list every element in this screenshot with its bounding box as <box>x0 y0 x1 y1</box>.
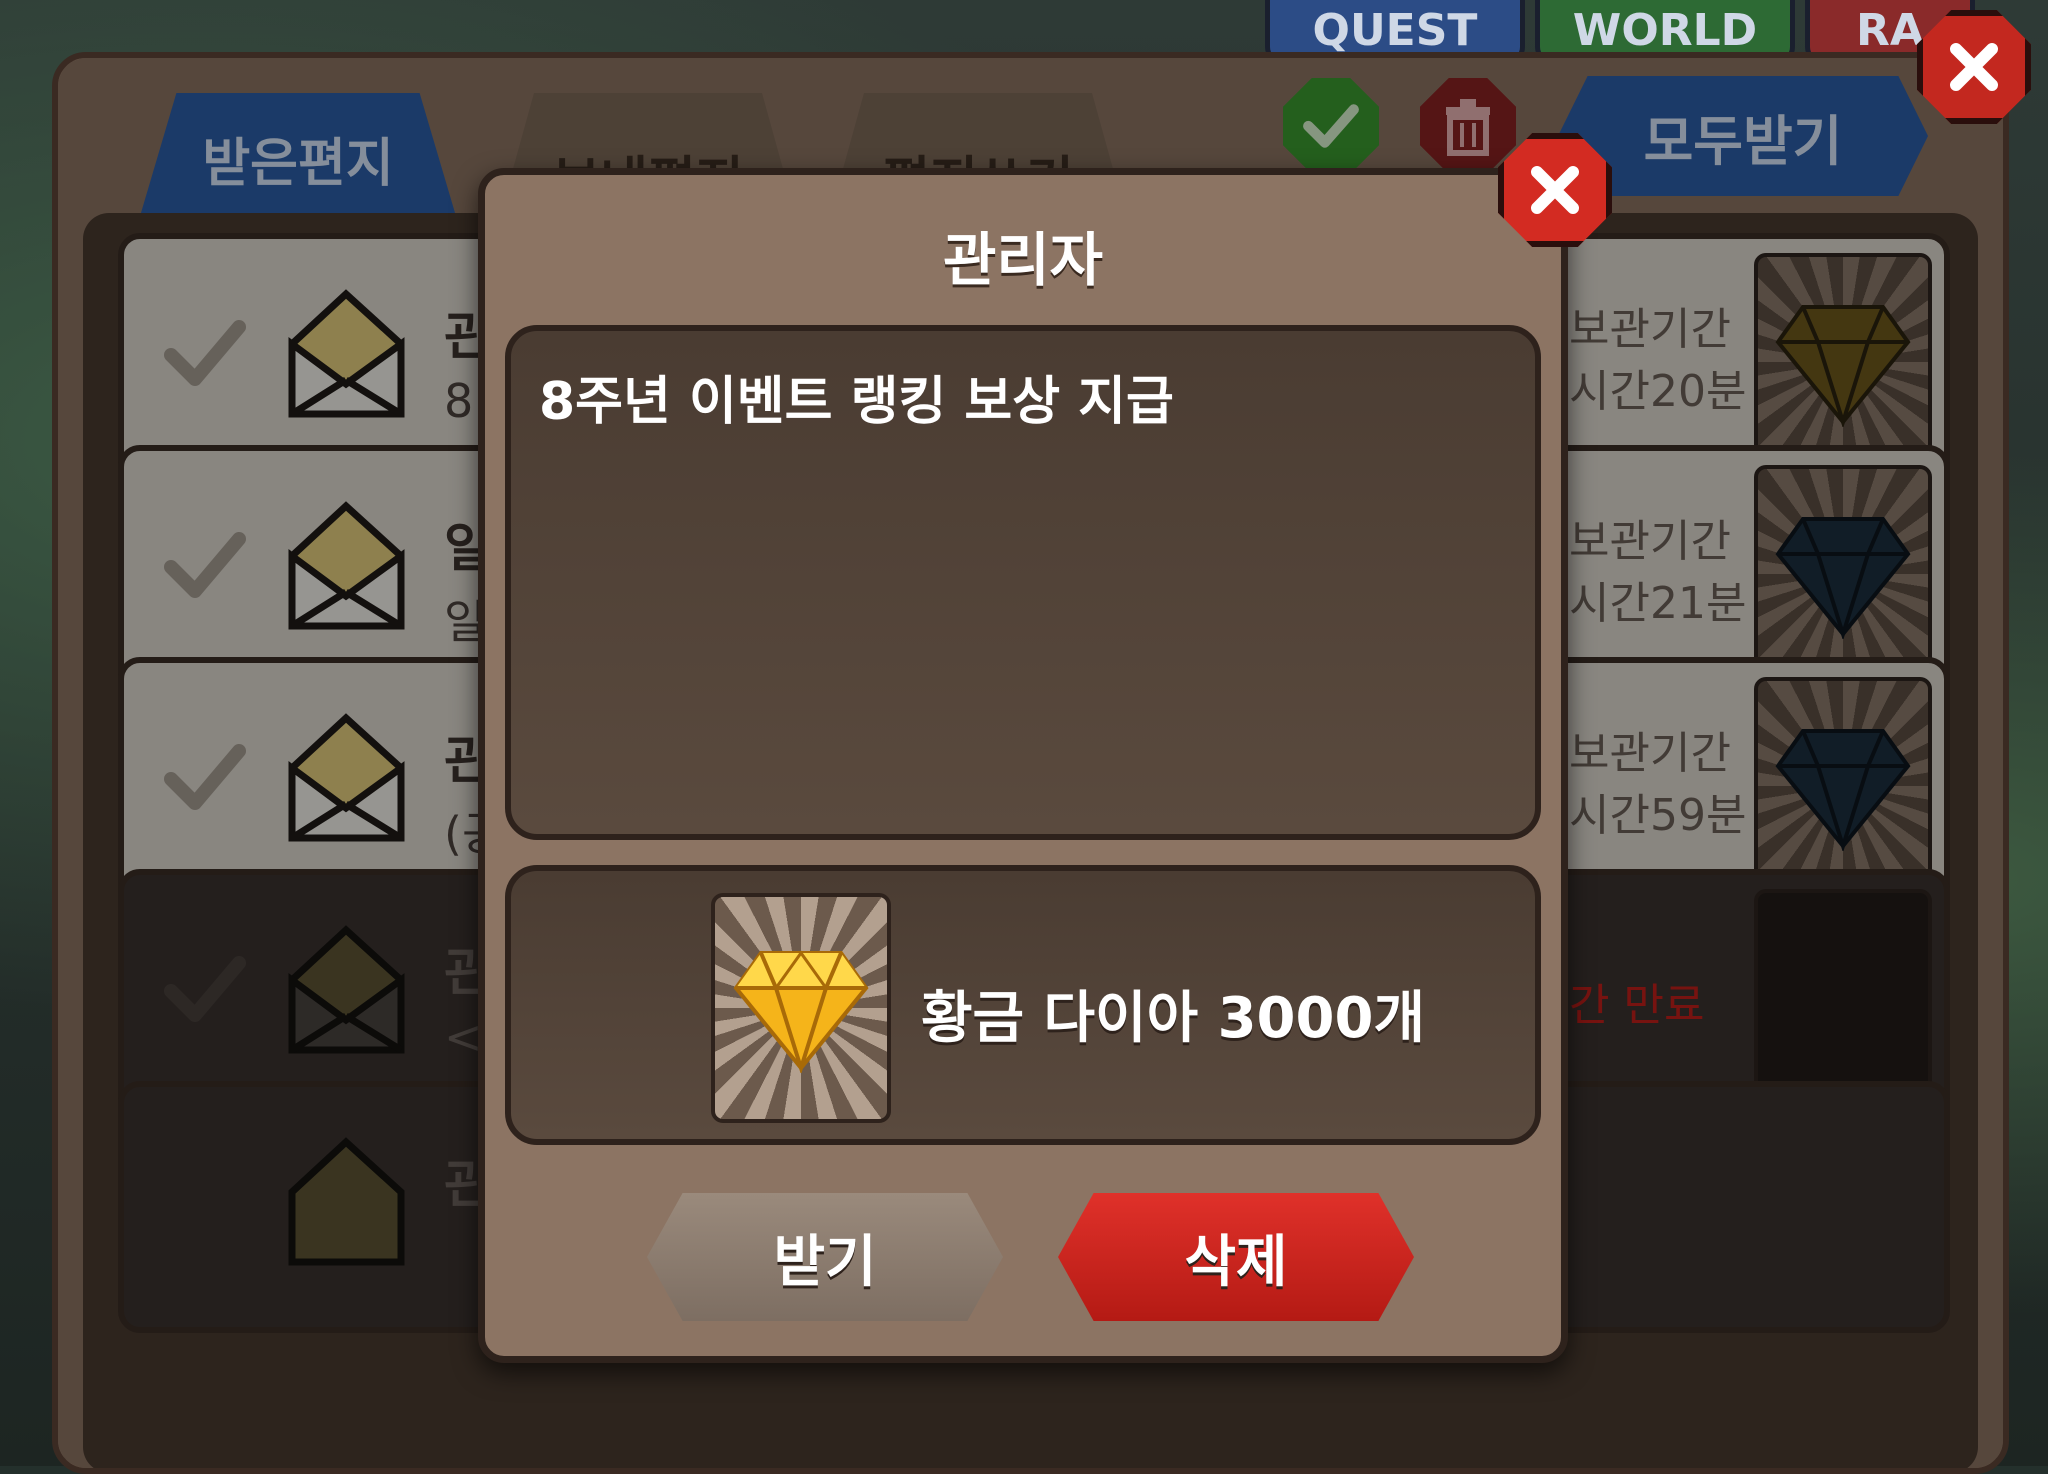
reward-text: 황금 다이아 3000개 <box>921 986 1425 1051</box>
mail-detail-dialog: 관리자 8주년 이벤트 랭킹 보상 지급 황금 다이아 3000개 받기 삭제 <box>478 133 1612 1363</box>
reward-thumbnail <box>711 893 891 1123</box>
reward-box: 황금 다이아 3000개 <box>505 865 1541 1145</box>
dialog-title: 관리자 <box>942 226 1104 294</box>
mail-expiry: 보관기간 시간59분 <box>1569 728 1747 841</box>
checkmark-icon[interactable] <box>159 521 249 611</box>
trash-icon <box>1446 99 1490 156</box>
close-icon <box>1531 166 1579 214</box>
gold-diamond-icon <box>1775 305 1911 427</box>
mail-expiry: 보관기간 시간21분 <box>1569 516 1747 629</box>
mail-preview: 8 <box>444 374 474 428</box>
open-envelope-icon <box>288 925 405 1054</box>
close-icon <box>1950 43 1998 91</box>
gold-diamond-icon <box>733 950 869 1073</box>
receive-all-button[interactable]: 모두받기 <box>1558 76 1928 196</box>
receive-button[interactable]: 받기 <box>647 1193 1003 1321</box>
select-all-button[interactable] <box>1283 78 1379 174</box>
checkmark-icon[interactable] <box>159 309 249 399</box>
mail-expiry: 보관기간 시간20분 <box>1569 304 1747 417</box>
open-envelope-icon <box>288 1137 405 1266</box>
blue-diamond-icon <box>1775 517 1911 639</box>
blue-diamond-icon <box>1775 729 1911 851</box>
mail-attachment <box>1754 889 1932 1107</box>
checkmark-icon[interactable] <box>159 945 249 1035</box>
checkmark-icon <box>1303 104 1359 148</box>
mail-attachment <box>1754 465 1932 683</box>
checkmark-icon[interactable] <box>159 733 249 823</box>
mail-preview: < <box>444 1010 483 1064</box>
tab-received-mail[interactable]: 받은편지 <box>138 93 458 223</box>
open-envelope-icon <box>288 713 405 842</box>
mail-attachment <box>1754 677 1932 895</box>
delete-button[interactable]: 삭제 <box>1058 1193 1414 1321</box>
mail-expired-label: 간 만료 <box>1569 980 1705 1031</box>
open-envelope-icon <box>288 501 405 630</box>
delete-selected-button[interactable] <box>1420 78 1516 174</box>
message-box: 8주년 이벤트 랭킹 보상 지급 <box>505 325 1541 840</box>
mail-attachment <box>1754 253 1932 471</box>
message-text: 8주년 이벤트 랭킹 보상 지급 <box>539 372 1174 432</box>
open-envelope-icon <box>288 289 405 418</box>
